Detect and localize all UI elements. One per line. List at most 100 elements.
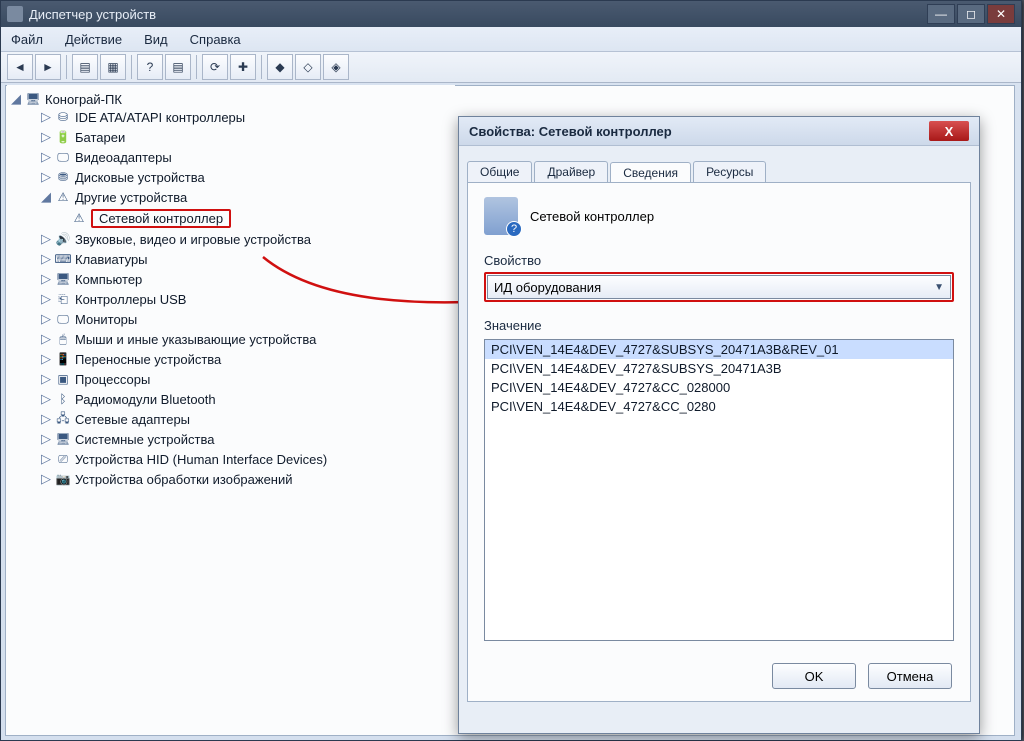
tool-icon[interactable]: ✚ bbox=[230, 54, 256, 80]
window-title: Диспетчер устройств bbox=[29, 7, 156, 22]
list-item[interactable]: PCI\VEN_14E4&DEV_4727&SUBSYS_20471A3B bbox=[485, 359, 953, 378]
expand-icon[interactable]: ▷ bbox=[41, 130, 51, 145]
list-item[interactable]: PCI\VEN_14E4&DEV_4727&CC_0280 bbox=[485, 397, 953, 416]
tree-item[interactable]: ▷🖧Сетевые адаптеры bbox=[11, 409, 451, 429]
expand-icon[interactable]: ▷ bbox=[41, 412, 51, 427]
tree-item[interactable]: ▷⎗Контроллеры USB bbox=[11, 289, 451, 309]
tree-item[interactable]: ▷🖥Системные устройства bbox=[11, 429, 451, 449]
tab-row: Общие Драйвер Сведения Ресурсы bbox=[459, 146, 979, 182]
tool-icon[interactable]: ▤ bbox=[165, 54, 191, 80]
ok-button[interactable]: OK bbox=[772, 663, 856, 689]
expand-icon[interactable]: ▷ bbox=[41, 372, 51, 387]
tool-icon[interactable]: ◆ bbox=[267, 54, 293, 80]
tree-item[interactable]: ▷▣Процессоры bbox=[11, 369, 451, 389]
property-label: Свойство bbox=[484, 253, 954, 268]
battery-icon: 🔋 bbox=[55, 129, 71, 145]
expand-icon[interactable]: ▷ bbox=[41, 392, 51, 407]
tab-general[interactable]: Общие bbox=[467, 161, 532, 182]
device-tree[interactable]: ◢ 🖥 Коногрaй-ПК ▷⛁IDE ATA/ATAPI контролл… bbox=[7, 85, 455, 495]
dialog-titlebar: Свойства: Сетевой контроллер X bbox=[459, 117, 979, 146]
controller-icon: ⛁ bbox=[55, 109, 71, 125]
value-label: Значение bbox=[484, 318, 954, 333]
tree-item[interactable]: ▷🔊Звуковые, видео и игровые устройства bbox=[11, 229, 451, 249]
expand-icon[interactable]: ▷ bbox=[41, 292, 51, 307]
tree-item[interactable]: ▷🖱Мыши и иные указывающие устройства bbox=[11, 329, 451, 349]
expand-icon[interactable]: ▷ bbox=[41, 170, 51, 185]
scan-hardware-icon[interactable]: ⟳ bbox=[202, 54, 228, 80]
hid-icon: ⎚ bbox=[55, 451, 71, 467]
menu-action[interactable]: Действие bbox=[65, 32, 122, 47]
tree-item[interactable]: ▷ᛒРадиомодули Bluetooth bbox=[11, 389, 451, 409]
tab-panel-details: Сетевой контроллер Свойство ИД оборудова… bbox=[467, 182, 971, 702]
expand-icon[interactable]: ▷ bbox=[41, 432, 51, 447]
value-listbox[interactable]: PCI\VEN_14E4&DEV_4727&SUBSYS_20471A3B&RE… bbox=[484, 339, 954, 641]
expand-icon[interactable]: ▷ bbox=[41, 252, 51, 267]
menu-view[interactable]: Вид bbox=[144, 32, 168, 47]
list-item[interactable]: PCI\VEN_14E4&DEV_4727&SUBSYS_20471A3B&RE… bbox=[485, 340, 953, 359]
expand-icon[interactable]: ▷ bbox=[41, 150, 51, 165]
maximize-button[interactable]: ◻ bbox=[957, 4, 985, 24]
menu-file[interactable]: Файл bbox=[11, 32, 43, 47]
portable-icon: 📱 bbox=[55, 351, 71, 367]
tree-item[interactable]: ▷⛃Дисковые устройства bbox=[11, 167, 451, 187]
expand-icon[interactable]: ▷ bbox=[41, 332, 51, 347]
property-dropdown[interactable]: ИД оборудования ▼ bbox=[487, 275, 951, 299]
tab-resources[interactable]: Ресурсы bbox=[693, 161, 766, 182]
list-item[interactable]: PCI\VEN_14E4&DEV_4727&CC_028000 bbox=[485, 378, 953, 397]
tool-icon[interactable]: ◇ bbox=[295, 54, 321, 80]
display-adapter-icon: 🖵 bbox=[55, 149, 71, 165]
highlight-box: Сетевой контроллер bbox=[91, 209, 231, 228]
separator bbox=[66, 55, 67, 79]
device-header: Сетевой контроллер bbox=[484, 197, 954, 235]
expand-icon[interactable]: ▷ bbox=[41, 472, 51, 487]
titlebar: Диспетчер устройств — ◻ ✕ bbox=[1, 1, 1021, 27]
dialog-close-button[interactable]: X bbox=[929, 121, 969, 141]
tree-item[interactable]: ▷📷Устройства обработки изображений bbox=[11, 469, 451, 489]
tree-item[interactable]: ▷🔋Батареи bbox=[11, 127, 451, 147]
expand-icon[interactable]: ▷ bbox=[41, 272, 51, 287]
device-name: Сетевой контроллер bbox=[530, 209, 654, 224]
tree-item[interactable]: ▷📱Переносные устройства bbox=[11, 349, 451, 369]
collapse-icon[interactable]: ◢ bbox=[11, 92, 21, 107]
help-icon[interactable]: ? bbox=[137, 54, 163, 80]
forward-button[interactable]: ► bbox=[35, 54, 61, 80]
tree-item[interactable]: ▷🖵Видеоадаптеры bbox=[11, 147, 451, 167]
tool-icon[interactable]: ◈ bbox=[323, 54, 349, 80]
system-icon: 🖥 bbox=[55, 431, 71, 447]
tab-details[interactable]: Сведения bbox=[610, 162, 691, 183]
separator bbox=[196, 55, 197, 79]
tab-driver[interactable]: Драйвер bbox=[534, 161, 608, 182]
expand-icon[interactable]: ▷ bbox=[41, 452, 51, 467]
tree-item[interactable]: ▷⎚Устройства HID (Human Interface Device… bbox=[11, 449, 451, 469]
highlight-box: ИД оборудования ▼ bbox=[484, 272, 954, 302]
tree-root[interactable]: ◢ 🖥 Коногрaй-ПК bbox=[11, 91, 451, 107]
tree-item-network-controller[interactable]: ⚠ Сетевой контроллер bbox=[11, 207, 451, 229]
collapse-icon[interactable]: ◢ bbox=[41, 190, 51, 205]
tree-item[interactable]: ▷⌨Клавиатуры bbox=[11, 249, 451, 269]
expand-icon[interactable]: ▷ bbox=[41, 312, 51, 327]
cpu-icon: ▣ bbox=[55, 371, 71, 387]
properties-dialog: Свойства: Сетевой контроллер X Общие Дра… bbox=[458, 116, 980, 734]
expand-icon[interactable]: ▷ bbox=[41, 352, 51, 367]
tree-item-other-devices[interactable]: ◢⚠Другие устройства bbox=[11, 187, 451, 207]
disk-icon: ⛃ bbox=[55, 169, 71, 185]
window-controls: — ◻ ✕ bbox=[927, 4, 1015, 24]
app-icon bbox=[7, 6, 23, 22]
tool-icon[interactable]: ▦ bbox=[100, 54, 126, 80]
tree-item[interactable]: ▷⛁IDE ATA/ATAPI контроллеры bbox=[11, 107, 451, 127]
root-label: Коногрaй-ПК bbox=[45, 92, 122, 107]
minimize-button[interactable]: — bbox=[927, 4, 955, 24]
cancel-button[interactable]: Отмена bbox=[868, 663, 952, 689]
tool-icon[interactable]: ▤ bbox=[72, 54, 98, 80]
expand-icon[interactable]: ▷ bbox=[41, 232, 51, 247]
tree-item[interactable]: ▷🖥Компьютер bbox=[11, 269, 451, 289]
menu-help[interactable]: Справка bbox=[190, 32, 241, 47]
back-button[interactable]: ◄ bbox=[7, 54, 33, 80]
monitor-icon: 🖵 bbox=[55, 311, 71, 327]
expand-icon[interactable]: ▷ bbox=[41, 110, 51, 125]
tree-item[interactable]: ▷🖵Мониторы bbox=[11, 309, 451, 329]
device-icon bbox=[484, 197, 518, 235]
computer-icon: 🖥 bbox=[25, 91, 41, 107]
keyboard-icon: ⌨ bbox=[55, 251, 71, 267]
close-button[interactable]: ✕ bbox=[987, 4, 1015, 24]
